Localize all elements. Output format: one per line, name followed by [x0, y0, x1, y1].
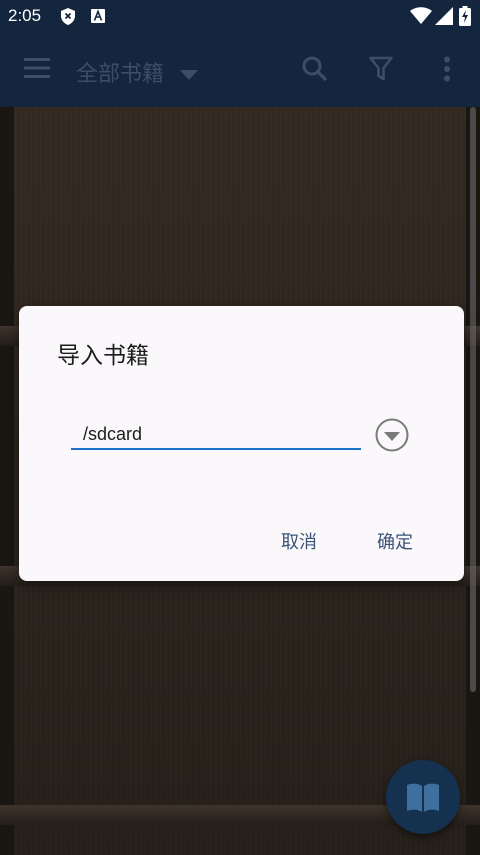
shield-x-icon	[60, 8, 76, 29]
cancel-button[interactable]: 取消	[281, 528, 317, 554]
status-time: 2:05	[8, 6, 42, 25]
app-bar: 全部书籍	[0, 32, 480, 107]
import-books-dialog: 导入书籍 取消 确定	[19, 306, 464, 581]
open-book-icon	[407, 783, 439, 812]
signal-icon	[435, 7, 453, 29]
wifi-icon	[410, 7, 432, 29]
ok-button[interactable]: 确定	[377, 528, 413, 554]
dialog-title: 导入书籍	[57, 343, 149, 369]
path-input[interactable]	[71, 420, 361, 450]
dropdown-arrow-icon[interactable]	[180, 65, 198, 84]
status-bar: 2:05	[0, 0, 480, 32]
search-icon[interactable]	[302, 56, 328, 86]
menu-icon[interactable]	[24, 58, 50, 82]
path-dropdown-button[interactable]	[375, 418, 409, 452]
open-book-fab[interactable]	[386, 760, 460, 834]
chevron-down-circle-icon	[375, 418, 409, 452]
filter-icon[interactable]	[369, 56, 393, 86]
font-a-icon	[91, 8, 105, 27]
app-title[interactable]: 全部书籍	[76, 56, 164, 88]
battery-charging-icon	[459, 6, 471, 30]
more-vert-icon[interactable]	[443, 56, 451, 86]
